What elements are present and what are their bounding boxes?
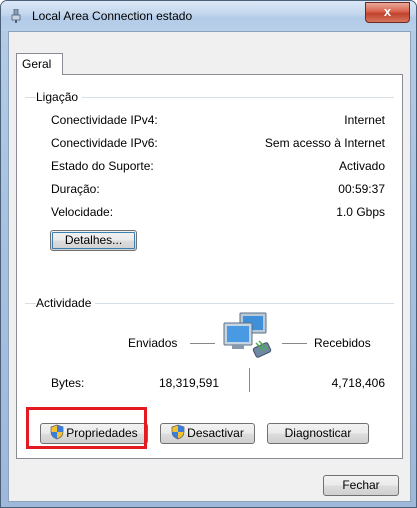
- window-title: Local Area Connection estado: [32, 9, 193, 23]
- activity-group-title: Actividade: [36, 296, 96, 310]
- network-adapter-icon: [11, 9, 21, 23]
- connection-group-title: Ligação: [36, 90, 83, 104]
- close-button[interactable]: Fechar: [323, 475, 399, 496]
- tab-label: Geral: [22, 57, 52, 71]
- duration-label: Duração:: [51, 182, 100, 196]
- ipv6-connectivity-value: Sem acesso à Internet: [264, 136, 385, 150]
- bytes-divider: [249, 368, 250, 392]
- ipv6-connectivity-label: Conectividade IPv6:: [51, 136, 158, 150]
- close-window-button[interactable]: x: [365, 2, 410, 23]
- close-icon: x: [383, 4, 392, 19]
- network-computers-icon: [223, 312, 272, 358]
- diagnose-button-label: Diagnosticar: [284, 426, 352, 440]
- ipv4-connectivity-label: Conectividade IPv4:: [51, 113, 158, 127]
- properties-button[interactable]: Propriedades: [40, 423, 148, 444]
- media-state-label: Estado do Suporte:: [51, 159, 154, 173]
- details-button[interactable]: Detalhes...: [50, 230, 137, 251]
- sent-connector-line: [190, 343, 215, 344]
- tab-geral[interactable]: Geral: [16, 53, 63, 75]
- speed-value: 1.0 Gbps: [336, 205, 385, 219]
- duration-value: 00:59:37: [338, 182, 385, 196]
- received-label: Recebidos: [314, 336, 371, 350]
- ipv4-connectivity-value: Internet: [344, 113, 385, 127]
- dialog-client-area: Geral Ligação Conectividade IPv4: Intern…: [8, 31, 411, 502]
- media-state-value: Activado: [338, 159, 385, 173]
- bytes-sent-value: 18,319,591: [158, 376, 219, 390]
- diagnose-button[interactable]: Diagnosticar: [267, 423, 369, 444]
- bytes-label: Bytes:: [51, 376, 85, 390]
- sent-label: Enviados: [128, 336, 178, 350]
- tab-panel-geral: Ligação Conectividade IPv4: Internet Con…: [16, 74, 403, 459]
- disable-button[interactable]: Desactivar: [160, 423, 255, 444]
- speed-label: Velocidade:: [51, 205, 114, 219]
- title-bar[interactable]: Local Area Connection estado x: [1, 1, 416, 31]
- details-button-label: Detalhes...: [64, 233, 123, 247]
- bytes-received-value: 4,718,406: [331, 376, 385, 390]
- disable-button-label: Desactivar: [187, 426, 244, 440]
- uac-shield-icon: [171, 424, 185, 440]
- uac-shield-icon: [50, 424, 64, 440]
- properties-button-label: Propriedades: [66, 426, 138, 440]
- close-button-label: Fechar: [342, 478, 380, 492]
- dialog-window: Local Area Connection estado x Geral Lig…: [0, 0, 417, 508]
- received-connector-line: [282, 343, 307, 344]
